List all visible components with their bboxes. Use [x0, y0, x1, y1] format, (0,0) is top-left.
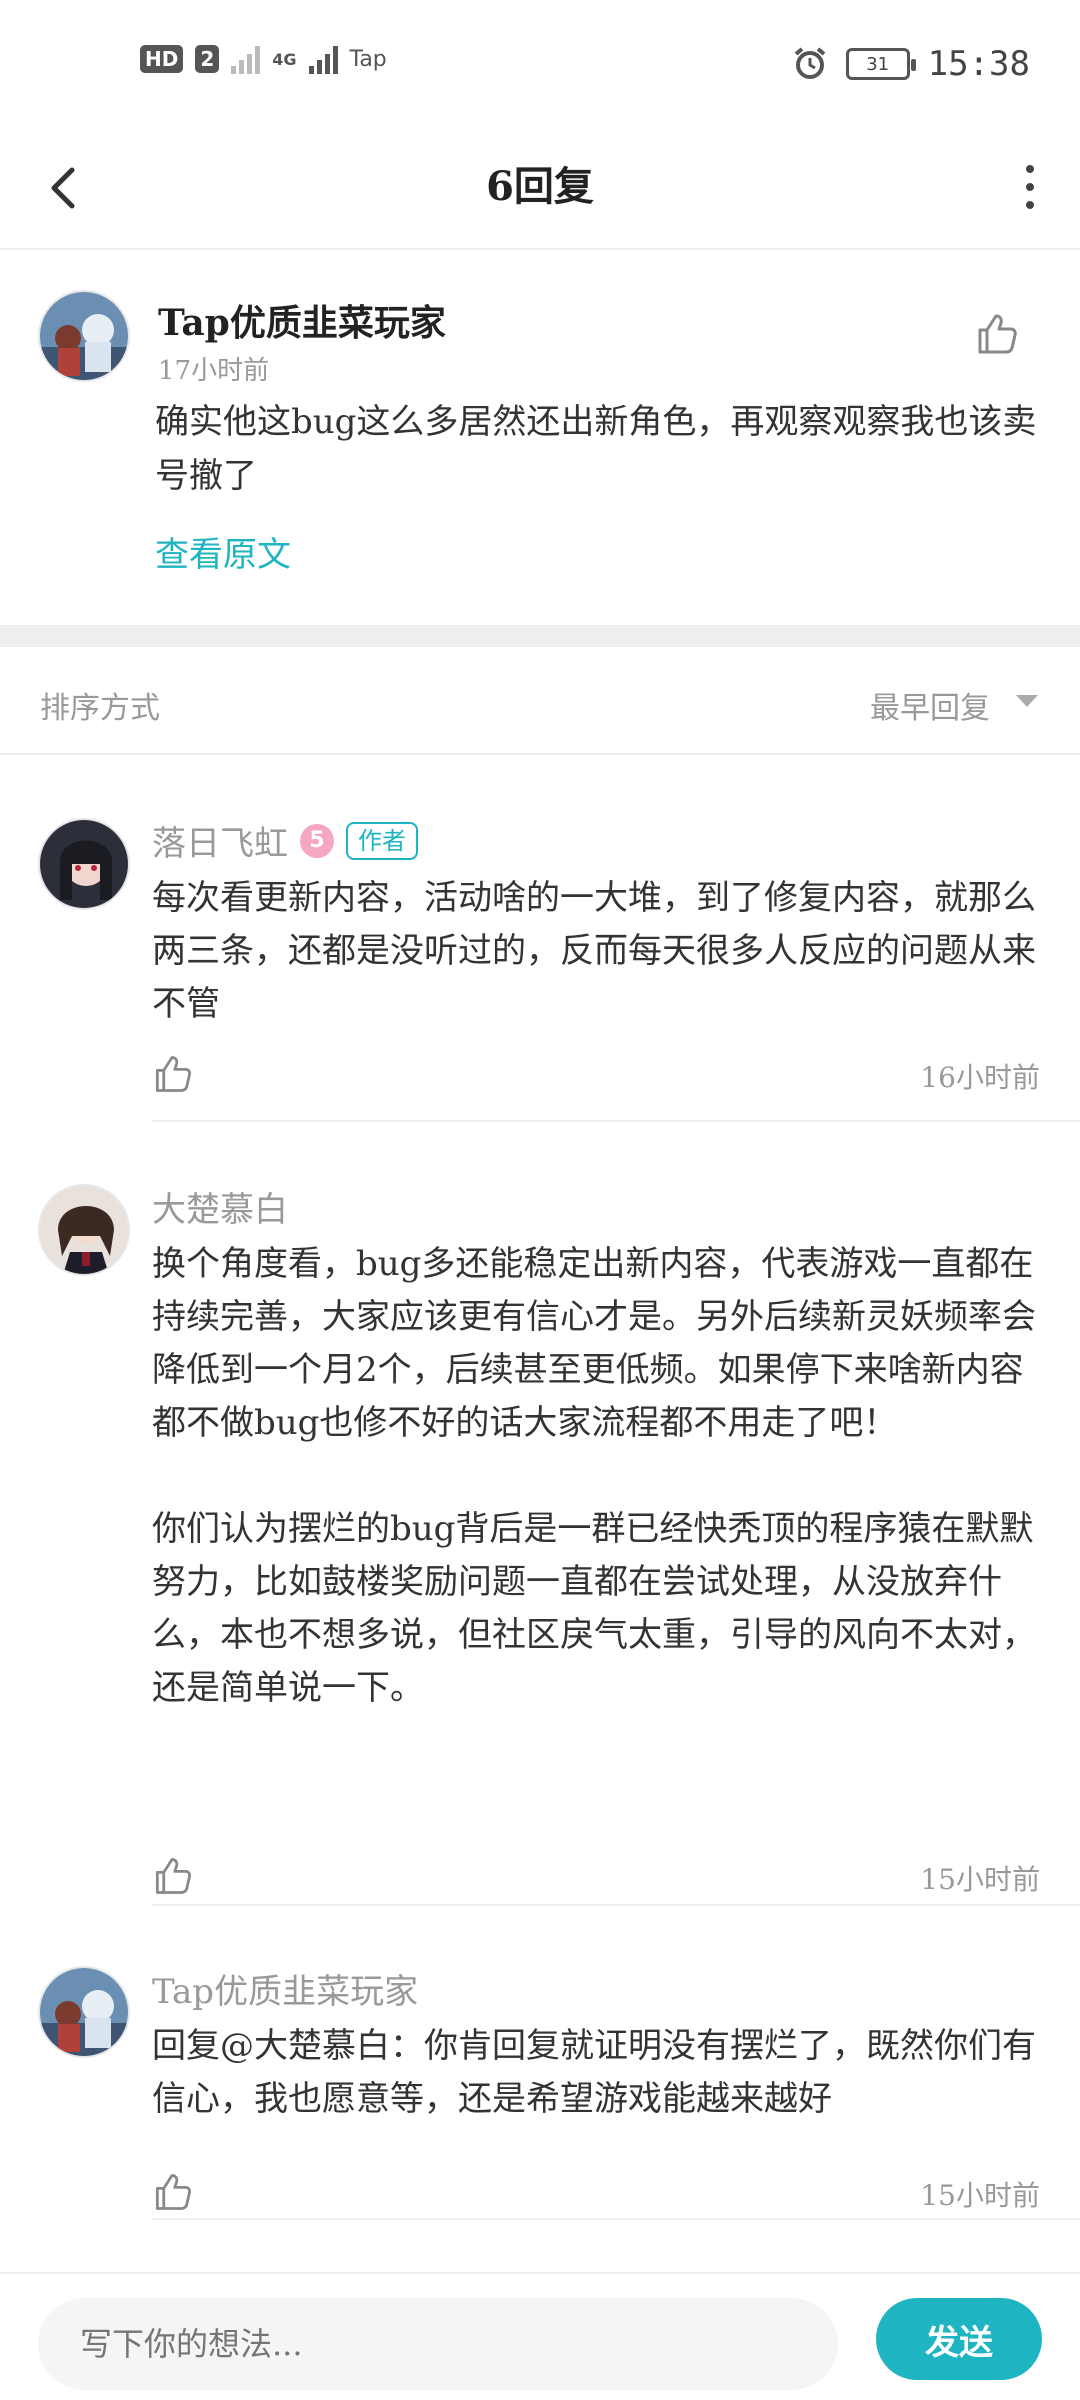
- comment-input[interactable]: [38, 2298, 838, 2390]
- reply-text: 换个角度看，bug多还能稳定出新内容，代表游戏一直都在持续完善，大家应该更有信心…: [152, 1244, 1036, 1708]
- original-comment: Tap优质韭菜玩家 17小时前 确实他这bug这么多居然还出新角色，再观察观察我…: [0, 250, 1080, 625]
- thumbs-up-icon: [978, 314, 1017, 354]
- post-author[interactable]: Tap优质韭菜玩家: [158, 294, 446, 346]
- like-button[interactable]: [150, 1052, 194, 1096]
- author-tag: 作者: [346, 821, 418, 860]
- avatar-image: [40, 1968, 128, 2056]
- more-options-button[interactable]: [1000, 152, 1060, 222]
- reply-text: 回复@大楚慕白：你肯回复就证明没有摆烂了，既然你们有信心，我也愿意等，还是希望游…: [152, 2026, 1036, 2119]
- author-name[interactable]: Tap优质韭菜玩家: [152, 1964, 418, 2013]
- thumbs-up-icon: [155, 2174, 192, 2210]
- reply-author: 大楚慕白: [152, 1182, 288, 1231]
- sort-bar: 排序方式 最早回复: [0, 647, 1080, 755]
- like-button[interactable]: [972, 310, 1020, 358]
- avatar-image: [40, 1186, 128, 1274]
- status-right: 31 15:38: [792, 44, 1030, 84]
- author-name[interactable]: 大楚慕白: [152, 1182, 288, 1231]
- carrier-label: Tap: [349, 46, 387, 72]
- sort-dropdown[interactable]: 最早回复: [870, 683, 990, 727]
- send-button[interactable]: 发送: [876, 2298, 1042, 2380]
- battery-icon: 31: [845, 48, 916, 80]
- more-dot: [1026, 183, 1034, 191]
- author-name[interactable]: 落日飞虹: [152, 816, 288, 865]
- status-bar: HD 2 4G Tap 31 15:38: [0, 0, 1080, 130]
- caret-down-icon[interactable]: [1016, 695, 1038, 707]
- post-text: 确实他这bug这么多居然还出新角色，再观察观察我也该卖号撤了: [155, 402, 1037, 496]
- avatar-image: [40, 820, 128, 908]
- more-dot: [1026, 165, 1034, 173]
- network-type: 4G: [272, 49, 297, 69]
- reply-time: 15小时前: [920, 2179, 1040, 2212]
- sim-badge: 2: [195, 45, 220, 73]
- hd-badge: HD: [140, 45, 184, 73]
- reply-time: 16小时前: [920, 1061, 1040, 1094]
- header: 6回复: [0, 130, 1080, 250]
- thumbs-up-icon: [155, 1858, 192, 1894]
- reply-text: 每次看更新内容，活动啥的一大堆，到了修复内容，就那么两三条，还都是没听过的，反而…: [152, 878, 1036, 1024]
- signal-icon-sim1: [231, 44, 261, 74]
- divider: [152, 1120, 1080, 1122]
- reply-time: 15小时前: [920, 1863, 1040, 1896]
- post-time: 17小时前: [158, 356, 270, 386]
- divider: [152, 2218, 1080, 2220]
- clock: 15:38: [927, 44, 1030, 84]
- divider: [152, 1904, 1080, 1906]
- reply-author: Tap优质韭菜玩家: [152, 1964, 418, 2013]
- avatar[interactable]: [38, 1184, 130, 1276]
- avatar-image: [40, 292, 128, 380]
- view-original-link[interactable]: 查看原文: [155, 527, 291, 576]
- level-badge: 5: [300, 823, 334, 858]
- status-left: HD 2 4G Tap: [140, 44, 387, 74]
- thumbs-up-icon: [155, 1056, 192, 1092]
- composer-bar: 发送: [0, 2272, 1080, 2400]
- avatar[interactable]: [38, 1966, 130, 2058]
- avatar[interactable]: [38, 290, 130, 382]
- reply-author: 落日飞虹 5 作者: [152, 816, 418, 865]
- alarm-icon: [794, 47, 825, 79]
- like-button[interactable]: [150, 2170, 194, 2214]
- sort-label: 排序方式: [40, 691, 160, 726]
- avatar[interactable]: [38, 818, 130, 910]
- page-title: 6回复: [486, 163, 594, 210]
- like-button[interactable]: [150, 1854, 194, 1898]
- signal-icon-sim2: [308, 44, 338, 74]
- section-divider: [0, 625, 1080, 647]
- more-dot: [1026, 201, 1034, 209]
